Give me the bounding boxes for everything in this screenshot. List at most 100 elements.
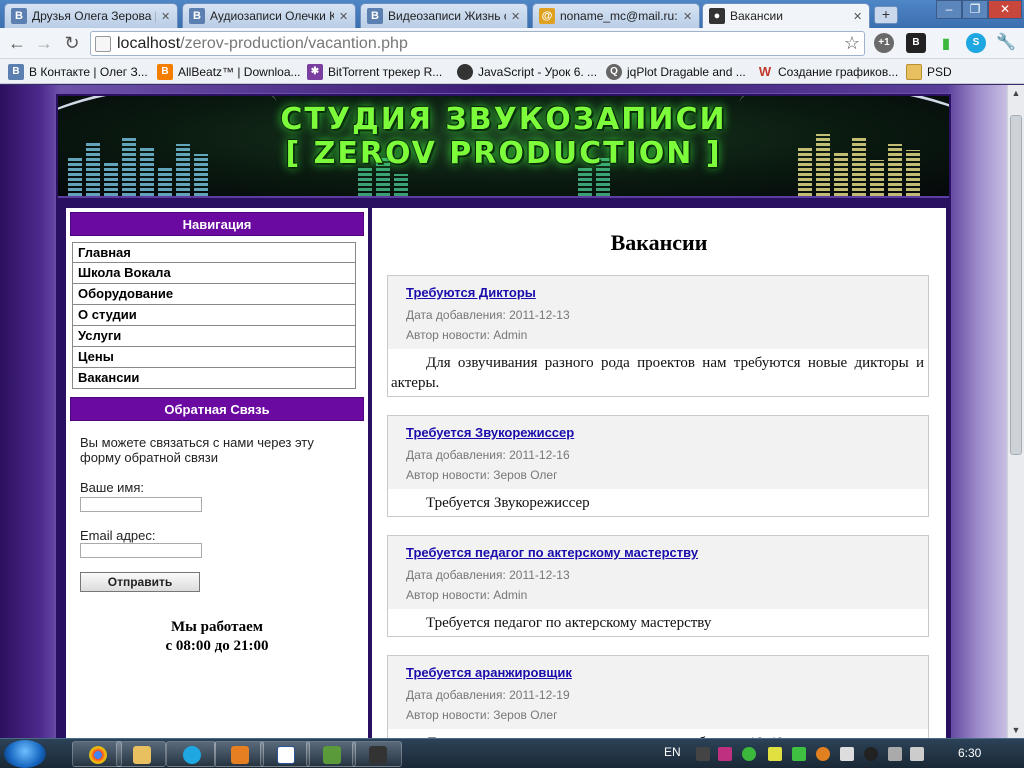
close-icon[interactable]: ✕ bbox=[339, 10, 349, 23]
taskbar-chrome[interactable] bbox=[72, 741, 122, 767]
tray-icon[interactable] bbox=[792, 747, 806, 761]
scroll-down-arrow-icon[interactable]: ▼ bbox=[1008, 722, 1024, 738]
tab-4-active[interactable]: ● Вакансии ✕ bbox=[702, 3, 870, 28]
vk-icon: B bbox=[367, 8, 383, 24]
email-input[interactable] bbox=[80, 543, 202, 558]
taskbar-app[interactable] bbox=[352, 741, 402, 767]
bookmark-3[interactable]: JavaScript - Урок 6. ... bbox=[457, 62, 597, 81]
new-tab-button[interactable]: + bbox=[874, 6, 898, 24]
bookmark-folder-psd[interactable]: PSD bbox=[906, 62, 952, 81]
clock[interactable]: 6:30 bbox=[958, 746, 981, 760]
torrent-icon: ✱ bbox=[307, 63, 323, 80]
news-title-link[interactable]: Требуется Звукорежиссер bbox=[406, 425, 928, 445]
page-title: Вакансии bbox=[610, 230, 708, 255]
vertical-scrollbar[interactable]: ▲ ▼ bbox=[1007, 85, 1024, 738]
tab-title: noname_mc@mail.ru: ( bbox=[560, 9, 678, 23]
tab-3[interactable]: @ noname_mc@mail.ru: ( ✕ bbox=[532, 3, 700, 28]
news-body: Требуется Звукорежиссер bbox=[426, 495, 590, 511]
name-input[interactable] bbox=[80, 497, 202, 512]
scroll-up-arrow-icon[interactable]: ▲ bbox=[1008, 85, 1024, 101]
bookmark-4[interactable]: Q jqPlot Dragable and ... bbox=[606, 62, 746, 81]
tray-icon[interactable] bbox=[768, 747, 782, 761]
page-viewport: СТУДИЯ ЗВУКОЗАПИСИ [ ZEROV PRODUCTION ] … bbox=[0, 85, 1007, 738]
news-body: Для озвучивания разного рода проектов на… bbox=[391, 355, 924, 391]
folder-icon bbox=[133, 746, 151, 764]
wrench-menu-icon[interactable]: 🔧 bbox=[996, 33, 1016, 53]
language-indicator[interactable]: EN bbox=[664, 745, 681, 759]
skype-extension-icon[interactable]: S bbox=[966, 33, 986, 53]
feedback-description: Вы можете связаться с нами через эту фор… bbox=[80, 435, 314, 465]
tray-icon[interactable] bbox=[696, 747, 710, 761]
news-author: Автор новости: Admin bbox=[406, 328, 528, 342]
start-button[interactable] bbox=[4, 740, 46, 768]
news-item: Требуется Звукорежиссер Дата добавления:… bbox=[387, 415, 929, 517]
close-window-button[interactable]: ✕ bbox=[988, 0, 1022, 19]
tray-icon[interactable] bbox=[718, 747, 732, 761]
nav-item-services[interactable]: Услуги bbox=[72, 326, 356, 347]
news-title-link[interactable]: Требуется педагог по актерскому мастерст… bbox=[406, 545, 928, 565]
media-player-icon bbox=[231, 746, 249, 764]
minimize-button[interactable]: – bbox=[936, 0, 962, 19]
plusone-extension-icon[interactable]: +1 bbox=[874, 33, 894, 53]
nav-item-home[interactable]: Главная bbox=[72, 242, 356, 263]
email-label: Email адрес: bbox=[80, 528, 156, 543]
back-arrow-icon[interactable]: ← bbox=[6, 33, 28, 55]
close-icon[interactable]: ✕ bbox=[161, 10, 171, 23]
maximize-button[interactable]: ❐ bbox=[962, 0, 988, 19]
close-icon[interactable]: ✕ bbox=[853, 10, 863, 23]
extension-b-icon[interactable]: B bbox=[906, 33, 926, 53]
taskbar-word[interactable] bbox=[260, 741, 310, 767]
app-icon bbox=[323, 746, 341, 764]
tray-icon[interactable] bbox=[742, 747, 756, 761]
nav-item-prices[interactable]: Цены bbox=[72, 347, 356, 368]
taskbar-skype[interactable] bbox=[166, 741, 216, 767]
app-icon bbox=[369, 746, 387, 764]
banner-subtitle: [ ZEROV PRODUCTION ] bbox=[285, 136, 722, 171]
bookmark-1[interactable]: B AllBeatz™ | Downloa... bbox=[157, 62, 301, 81]
address-bar[interactable]: localhost/zerov-production/vacantion.php… bbox=[90, 31, 865, 56]
taskbar-app[interactable] bbox=[306, 741, 356, 767]
chrome-icon bbox=[89, 746, 107, 764]
news-title-link[interactable]: Требуются Дикторы bbox=[406, 285, 928, 305]
tab-1[interactable]: B Аудиозаписи Олечки К ✕ bbox=[182, 3, 356, 28]
bookmark-5[interactable]: W Создание графиков... bbox=[757, 62, 898, 81]
volume-icon[interactable] bbox=[910, 747, 924, 761]
tab-title: Друзья Олега Зерова | bbox=[32, 9, 156, 23]
close-icon[interactable]: ✕ bbox=[683, 10, 693, 23]
news-date: Дата добавления: 2011-12-13 bbox=[406, 308, 570, 322]
signal-extension-icon[interactable]: ▮ bbox=[936, 33, 956, 53]
tray-flag-icon[interactable] bbox=[840, 747, 854, 761]
blogger-icon: B bbox=[157, 63, 173, 80]
bookmark-star-icon[interactable]: ☆ bbox=[844, 33, 860, 54]
nav-item-equipment[interactable]: Оборудование bbox=[72, 284, 356, 305]
news-body: Требуется педагог по актерскому мастерст… bbox=[426, 615, 712, 631]
sidebar: Навигация Главная Школа Вокала Оборудова… bbox=[66, 208, 368, 738]
working-hours: Мы работаем с 08:00 до 21:00 bbox=[66, 618, 368, 656]
tray-icon[interactable] bbox=[864, 747, 878, 761]
bookmark-0[interactable]: B В Контакте | Олег З... bbox=[8, 62, 148, 81]
word-icon bbox=[277, 746, 295, 764]
news-title-link[interactable]: Требуется аранжировщик bbox=[406, 665, 928, 685]
url-text: localhost/zerov-production/vacantion.php bbox=[117, 34, 408, 52]
news-item: Требуется аранжировщик Дата добавления: … bbox=[387, 655, 929, 738]
news-date: Дата добавления: 2011-12-16 bbox=[406, 448, 570, 462]
network-icon[interactable] bbox=[888, 747, 902, 761]
reload-icon[interactable]: ↻ bbox=[61, 33, 83, 55]
news-author: Автор новости: Admin bbox=[406, 588, 528, 602]
taskbar-media-player[interactable] bbox=[214, 741, 264, 767]
news-item: Требуются Дикторы Дата добавления: 2011-… bbox=[387, 275, 929, 397]
tray-icon[interactable] bbox=[816, 747, 830, 761]
tab-0[interactable]: B Друзья Олега Зерова | ✕ bbox=[4, 3, 178, 28]
site-container: СТУДИЯ ЗВУКОЗАПИСИ [ ZEROV PRODUCTION ] … bbox=[55, 93, 952, 738]
bookmark-2[interactable]: ✱ BitTorrent трекер R... bbox=[307, 62, 442, 81]
working-hours-line2: с 08:00 до 21:00 bbox=[165, 638, 269, 654]
nav-item-vocal-school[interactable]: Школа Вокала bbox=[72, 263, 356, 284]
submit-button[interactable]: Отправить bbox=[80, 572, 200, 592]
nav-item-about[interactable]: О студии bbox=[72, 305, 356, 326]
tab-2[interactable]: B Видеозаписи Жизнь с ✕ bbox=[360, 3, 528, 28]
nav-item-vacancies[interactable]: Вакансии bbox=[72, 368, 356, 389]
close-icon[interactable]: ✕ bbox=[511, 10, 521, 23]
forward-arrow-icon[interactable]: → bbox=[33, 33, 55, 55]
scrollbar-thumb[interactable] bbox=[1010, 115, 1022, 455]
taskbar-explorer[interactable] bbox=[116, 741, 166, 767]
